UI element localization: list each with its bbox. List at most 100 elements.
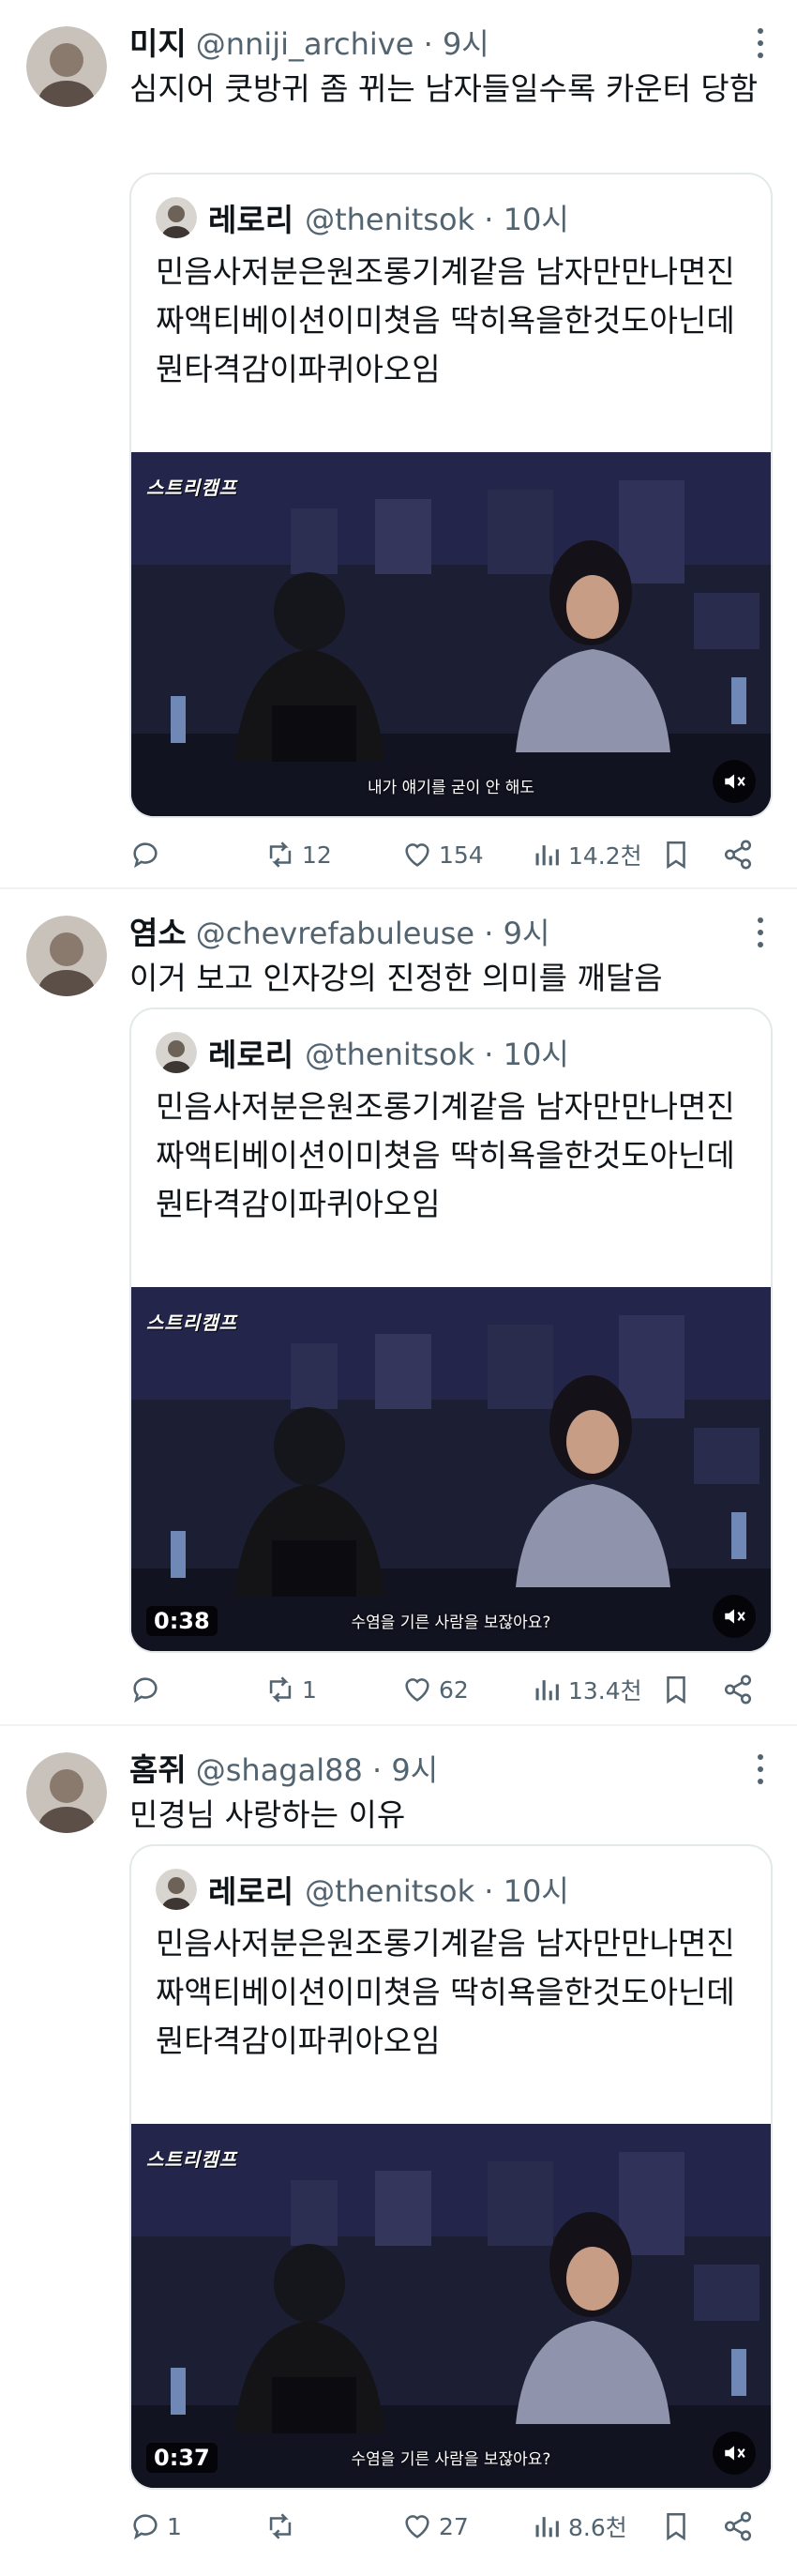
- more-options-icon[interactable]: [756, 917, 765, 947]
- heart-icon: [405, 1678, 429, 1702]
- quoted-tweet-header: 레로리 @thenitsok · 10시: [156, 1867, 569, 1912]
- video-subtitle: 내가 얘기를 굳이 안 해도: [367, 779, 534, 797]
- views-button[interactable]: 14.2천: [531, 831, 642, 878]
- tweet-header: 염소 @chevrefabuleuse · 9시: [129, 908, 549, 951]
- quoted-handle-and-time: @thenitsok · 10시: [305, 202, 569, 237]
- action-bar: 1 62 13.4천: [129, 1666, 767, 1713]
- retweet-count: 12: [302, 841, 332, 869]
- like-count: 62: [439, 1675, 469, 1704]
- mute-icon[interactable]: [713, 2432, 756, 2475]
- avatar[interactable]: [26, 1752, 107, 1833]
- bookmark-icon: [667, 1675, 685, 1705]
- reply-button[interactable]: [129, 831, 167, 878]
- views-chart-icon: [535, 1680, 559, 1701]
- bookmark-icon: [667, 2512, 685, 2541]
- quoted-avatar: [156, 1869, 197, 1910]
- share-button[interactable]: [722, 2503, 754, 2550]
- tweet-header: 미지 @nniji_archive · 9시: [129, 19, 489, 62]
- quoted-tweet[interactable]: 레로리 @thenitsok · 10시 민음사저분은원조롱기계같음 남자만만나…: [129, 173, 773, 818]
- reply-icon: [133, 1677, 158, 1704]
- more-options-icon[interactable]: [756, 1754, 765, 1784]
- video-channel-logo: 스트리캠프: [146, 1311, 237, 1334]
- video-duration-badge: 0:37: [146, 2443, 218, 2473]
- handle-and-time[interactable]: @chevrefabuleuse · 9시: [196, 910, 550, 953]
- quoted-display-name: 레로리: [208, 202, 294, 238]
- like-count: 154: [439, 841, 484, 869]
- handle-and-time[interactable]: @shagal88 · 9시: [196, 1747, 438, 1790]
- quoted-tweet-header: 레로리 @thenitsok · 10시: [156, 1030, 569, 1075]
- reply-button[interactable]: 1: [129, 2503, 182, 2550]
- tweet[interactable]: 미지 @nniji_archive · 9시 심지어 쿳방귀 좀 뀌는 남자들일…: [0, 0, 797, 887]
- video-subtitle: 수염을 기른 사람을 보잖아요?: [351, 2450, 551, 2469]
- avatar[interactable]: [26, 26, 107, 107]
- tweet-text: 심지어 쿳방귀 좀 뀌는 남자들일수록 카운터 당함: [129, 70, 759, 107]
- reply-icon: [133, 842, 158, 869]
- views-chart-icon: [535, 845, 559, 866]
- retweet-button[interactable]: 1: [264, 1666, 317, 1713]
- quoted-avatar: [156, 197, 197, 238]
- reply-count: 1: [167, 2512, 182, 2540]
- quoted-display-name: 레로리: [208, 1037, 294, 1073]
- share-icon: [724, 1674, 752, 1705]
- mute-icon[interactable]: [713, 1595, 756, 1638]
- quoted-tweet[interactable]: 레로리 @thenitsok · 10시 민음사저분은원조롱기계같음 남자만만나…: [129, 1844, 773, 2490]
- action-bar: 1 27 8.6천: [129, 2503, 767, 2550]
- like-button[interactable]: 27: [401, 2503, 469, 2550]
- heart-icon: [405, 843, 429, 867]
- handle-and-time[interactable]: @nniji_archive · 9시: [196, 21, 489, 64]
- retweet-icon: [269, 1676, 292, 1703]
- share-button[interactable]: [722, 831, 754, 878]
- quoted-tweet-text: 민음사저분은원조롱기계같음 남자만만나면진짜액티베이션이미쳣음 딱히욕을한것도아…: [156, 1925, 735, 2059]
- like-button[interactable]: 154: [401, 831, 484, 878]
- bookmark-button[interactable]: [660, 831, 692, 878]
- quoted-tweet-text: 민음사저분은원조롱기계같음 남자만만나면진짜액티베이션이미쳣음 딱히욕을한것도아…: [156, 1088, 735, 1222]
- retweet-button[interactable]: 12: [264, 831, 332, 878]
- action-bar: 12 154 14.2천: [129, 831, 767, 878]
- display-name[interactable]: 홈쥐: [129, 1745, 187, 1790]
- share-icon: [724, 2511, 752, 2541]
- quoted-avatar: [156, 1032, 197, 1073]
- bookmark-icon: [667, 841, 685, 870]
- video-duration-badge: 0:38: [146, 1606, 218, 1636]
- share-button[interactable]: [722, 1666, 754, 1713]
- tweet-text: 민경님 사랑하는 이유: [129, 1796, 406, 1833]
- retweet-button[interactable]: [264, 2503, 302, 2550]
- quoted-tweet[interactable]: 레로리 @thenitsok · 10시 민음사저분은원조롱기계같음 남자만만나…: [129, 1008, 773, 1653]
- views-button[interactable]: 13.4천: [531, 1666, 642, 1713]
- display-name[interactable]: 미지: [129, 19, 187, 64]
- heart-icon: [405, 2515, 429, 2538]
- mute-icon[interactable]: [713, 760, 756, 803]
- more-options-icon[interactable]: [756, 28, 765, 58]
- video-player[interactable]: 스트리캠프 내가 얘기를 굳이 안 해도: [131, 452, 771, 816]
- bookmark-button[interactable]: [660, 1666, 692, 1713]
- video-player[interactable]: 스트리캠프 수염을 기른 사람을 보잖아요? 0:38: [131, 1287, 771, 1651]
- tweet[interactable]: 염소 @chevrefabuleuse · 9시 이거 보고 인자강의 진정한 …: [0, 887, 797, 1724]
- view-count: 8.6천: [568, 2514, 627, 2541]
- share-icon: [724, 840, 752, 870]
- video-channel-logo: 스트리캠프: [146, 477, 237, 499]
- tweet-text: 이거 보고 인자강의 진정한 의미를 깨달음: [129, 960, 663, 996]
- display-name[interactable]: 염소: [129, 908, 187, 953]
- quoted-tweet-text: 민음사저분은원조롱기계같음 남자만만나면진짜액티베이션이미쳣음 딱히욕을한것도아…: [156, 253, 735, 387]
- like-count: 27: [439, 2512, 469, 2540]
- bookmark-button[interactable]: [660, 2503, 692, 2550]
- retweet-icon: [269, 2513, 292, 2539]
- quoted-tweet-header: 레로리 @thenitsok · 10시: [156, 195, 569, 240]
- quoted-handle-and-time: @thenitsok · 10시: [305, 1037, 569, 1072]
- video-subtitle: 수염을 기른 사람을 보잖아요?: [351, 1614, 551, 1632]
- video-channel-logo: 스트리캠프: [146, 2148, 237, 2171]
- view-count: 13.4천: [568, 1677, 642, 1705]
- like-button[interactable]: 62: [401, 1666, 469, 1713]
- avatar[interactable]: [26, 916, 107, 996]
- view-count: 14.2천: [568, 842, 642, 870]
- views-button[interactable]: 8.6천: [531, 2503, 627, 2550]
- video-player[interactable]: 스트리캠프 수염을 기른 사람을 보잖아요? 0:37: [131, 2124, 771, 2488]
- tweet[interactable]: 홈쥐 @shagal88 · 9시 민경님 사랑하는 이유 레로리 @theni…: [0, 1724, 797, 2576]
- video-frame: [131, 2124, 771, 2488]
- retweet-count: 1: [302, 1675, 317, 1704]
- views-chart-icon: [535, 2517, 559, 2538]
- tweet-header: 홈쥐 @shagal88 · 9시: [129, 1745, 438, 1788]
- quoted-display-name: 레로리: [208, 1873, 294, 1910]
- retweet-icon: [269, 841, 292, 868]
- reply-button[interactable]: [129, 1666, 167, 1713]
